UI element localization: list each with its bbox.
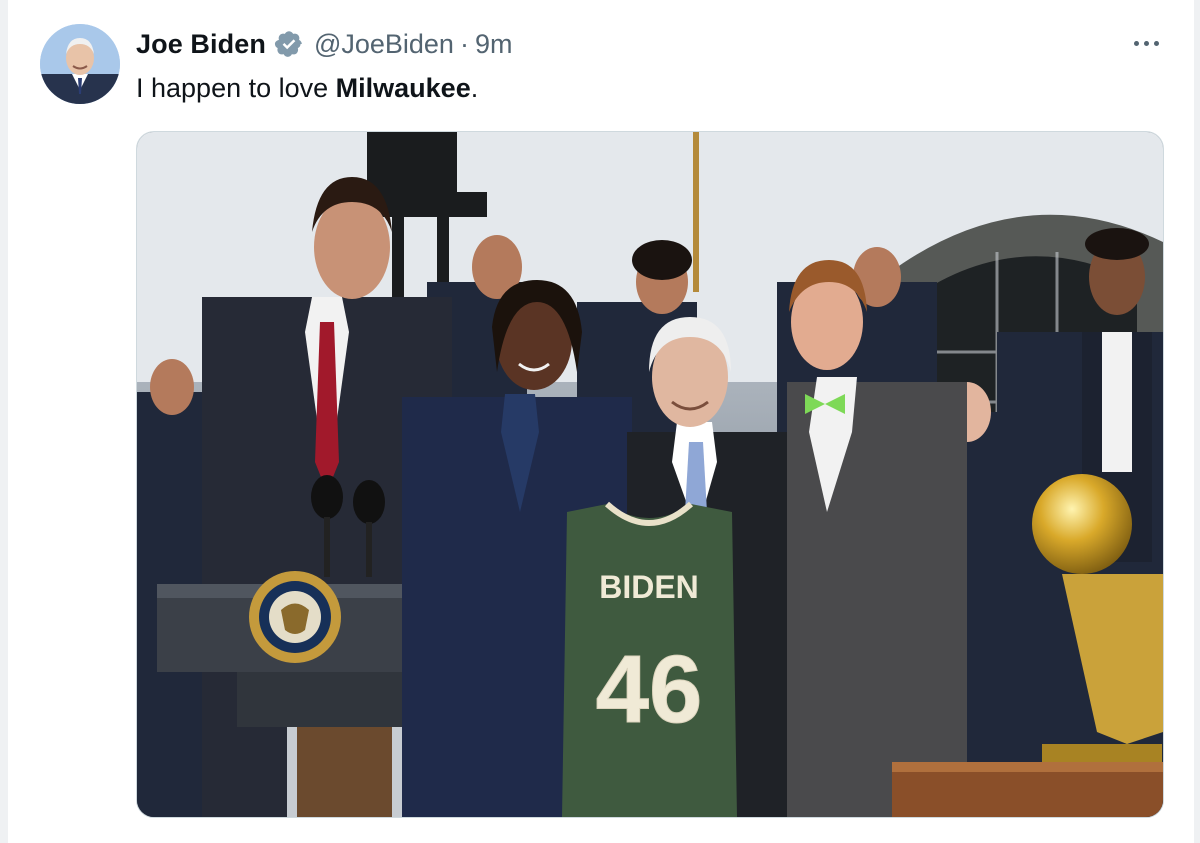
- tweet-text-bold: Milwaukee: [335, 73, 471, 103]
- tweet-timestamp[interactable]: 9m: [475, 29, 513, 60]
- tweet-photo[interactable]: BIDEN 46: [136, 131, 1164, 818]
- tweet-header: Joe Biden @JoeBiden · 9m: [136, 26, 512, 62]
- more-horizontal-icon[interactable]: [1126, 28, 1166, 58]
- separator-dot: ·: [459, 28, 469, 59]
- author-avatar[interactable]: [40, 24, 120, 104]
- author-name[interactable]: Joe Biden: [136, 29, 266, 60]
- jersey-number: 46: [596, 636, 703, 743]
- tweet-text: I happen to love Milwaukee.: [136, 70, 478, 106]
- jersey-name: BIDEN: [599, 569, 699, 605]
- tweet-text-before: I happen to love: [136, 73, 336, 103]
- verified-badge-icon: [274, 29, 304, 59]
- author-handle[interactable]: @JoeBiden: [314, 29, 454, 60]
- tweet-text-after: .: [470, 73, 479, 103]
- tweet-card[interactable]: Joe Biden @JoeBiden · 9m I happen to lov…: [8, 0, 1194, 843]
